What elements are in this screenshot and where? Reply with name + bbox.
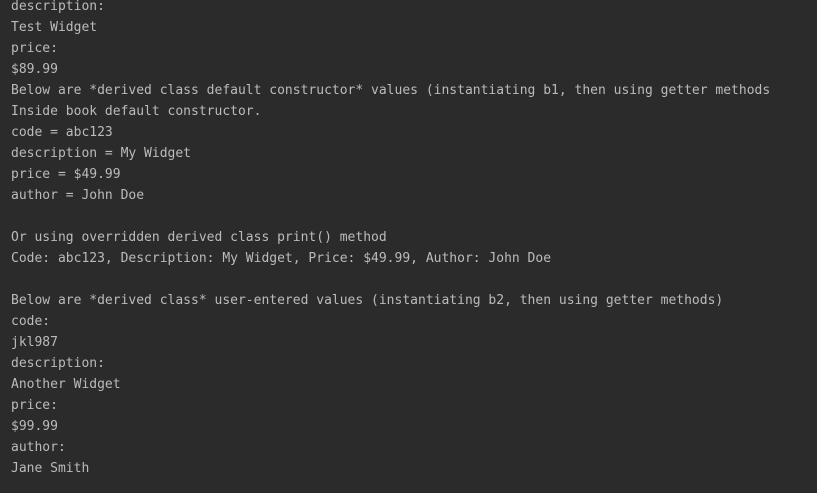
console-line: $99.99: [11, 419, 58, 434]
console-line: code = abc123: [11, 125, 113, 140]
console-line: author:: [11, 440, 66, 455]
console-line: Jane Smith: [11, 461, 90, 476]
console-line: code:: [11, 314, 51, 329]
run-console-output[interactable]: description: Test Widget price: $89.99 B…: [0, 0, 817, 493]
console-line: Test Widget: [11, 20, 98, 35]
console-line: $89.99: [11, 62, 58, 77]
console-line: Inside book default constructor.: [11, 104, 262, 119]
console-line: description:: [11, 356, 105, 371]
console-text-area: description: Test Widget price: $89.99 B…: [11, 0, 770, 479]
console-line: price = $49.99: [11, 167, 121, 182]
console-line: description:: [11, 0, 105, 14]
console-line: author = John Doe: [11, 188, 145, 203]
console-line: price:: [11, 41, 58, 56]
console-line: Below are *derived class default constru…: [11, 83, 771, 98]
console-line: price:: [11, 398, 58, 413]
console-line: Another Widget: [11, 377, 121, 392]
console-line: Code: abc123, Description: My Widget, Pr…: [11, 251, 552, 266]
console-line: description = My Widget: [11, 146, 192, 161]
console-line: Below are *derived class* user-entered v…: [11, 293, 724, 308]
console-line: jkl987: [11, 335, 58, 350]
console-line: Or using overridden derived class print(…: [11, 230, 387, 245]
